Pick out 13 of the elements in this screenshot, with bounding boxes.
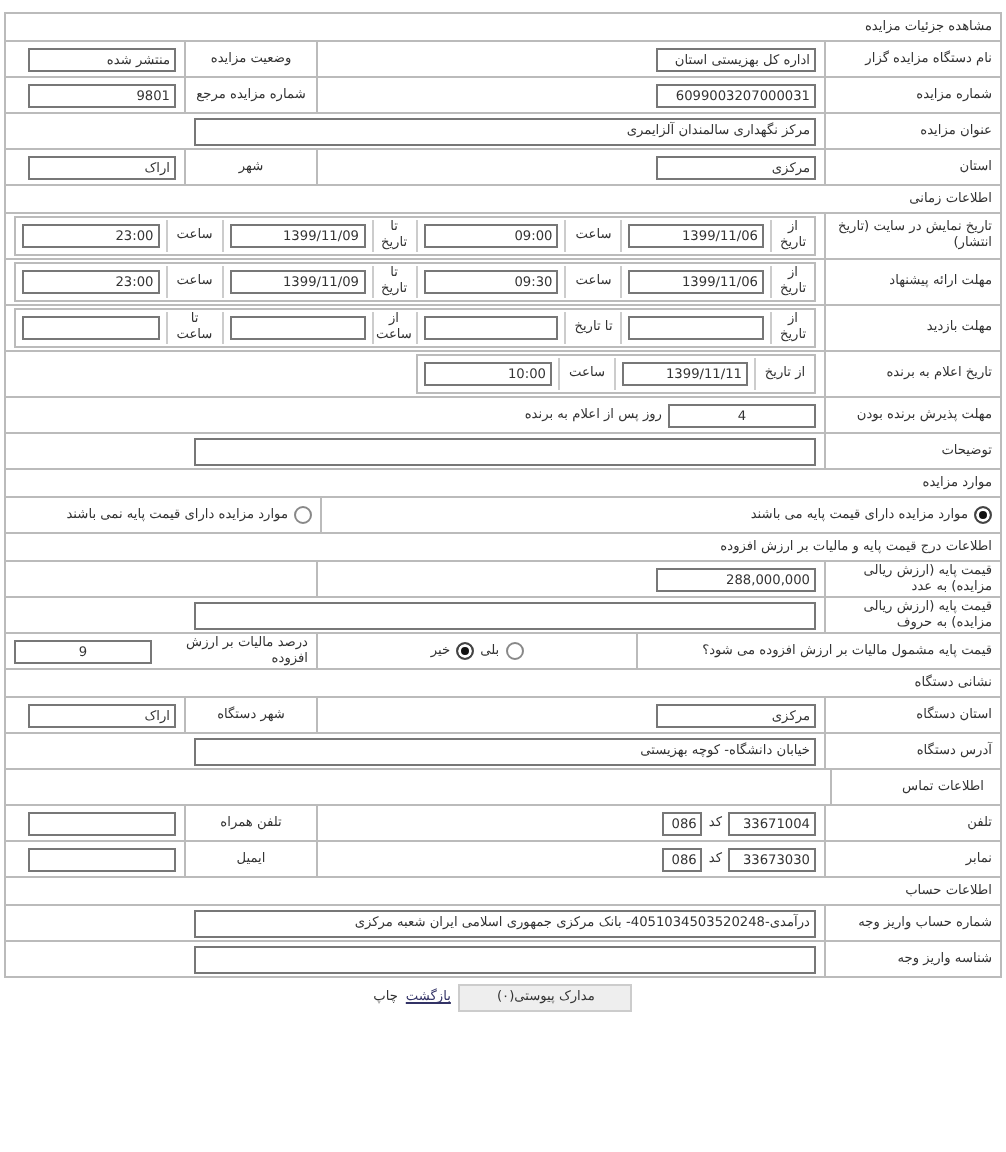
text-field[interactable] [28, 847, 176, 872]
text-field[interactable] [194, 945, 816, 974]
text-field[interactable] [628, 316, 764, 340]
radio-button[interactable] [294, 506, 312, 524]
text-field[interactable] [423, 316, 559, 340]
text-field[interactable] [229, 316, 365, 340]
text-field[interactable] [22, 316, 160, 340]
text-field[interactable] [28, 811, 176, 836]
radio-button[interactable] [456, 642, 475, 661]
radio-button[interactable] [505, 642, 524, 661]
radio-button[interactable] [974, 506, 992, 524]
text-field[interactable] [194, 437, 816, 465]
text-field[interactable] [194, 601, 816, 630]
